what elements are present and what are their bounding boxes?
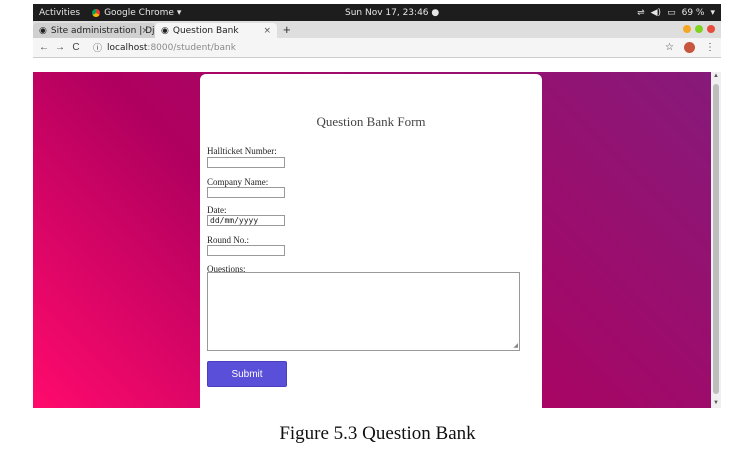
close-icon[interactable]: × — [141, 26, 149, 36]
hallticket-label: Hallticket Number: — [207, 146, 277, 156]
back-button[interactable]: ← — [39, 42, 49, 53]
chrome-icon — [92, 8, 101, 17]
figure-caption: Figure 5.3 Question Bank — [279, 423, 476, 444]
os-top-bar: Activities Google Chrome ▾ Sun Nov 17, 2… — [33, 4, 721, 21]
submit-button[interactable]: Submit — [207, 361, 287, 387]
reload-button[interactable]: C — [71, 42, 81, 53]
date-label: Date: — [207, 205, 227, 215]
activities-button[interactable]: Activities — [39, 8, 80, 18]
url-field[interactable]: ⓘ localhost :8000/student/bank — [93, 41, 236, 55]
globe-icon: ◉ — [39, 25, 47, 36]
scroll-up-icon[interactable]: ▲ — [713, 73, 719, 79]
network-icon: ⇌ — [637, 7, 645, 18]
scrollbar-thumb[interactable] — [713, 84, 719, 394]
scroll-down-icon[interactable]: ▼ — [713, 400, 719, 406]
company-label: Company Name: — [207, 177, 269, 187]
menu-icon[interactable]: ⋮ — [705, 42, 715, 53]
tab-question-bank[interactable]: ◉ Question Bank × — [155, 23, 277, 38]
form-card: Question Bank Form Hallticket Number: Co… — [200, 74, 542, 410]
chevron-down-icon: ▾ — [710, 7, 715, 18]
round-label: Round No.: — [207, 235, 250, 245]
close-icon[interactable]: × — [263, 26, 271, 36]
maximize-button[interactable] — [695, 25, 703, 33]
globe-icon: ◉ — [161, 25, 169, 36]
battery-icon: ▭ — [667, 7, 676, 18]
company-input[interactable] — [207, 187, 285, 198]
app-menu[interactable]: Google Chrome ▾ — [92, 8, 181, 18]
app-name: Google Chrome ▾ — [104, 7, 182, 18]
address-bar: ← → C ⓘ localhost :8000/student/bank ☆ ⋮ — [33, 38, 721, 58]
url-host: localhost — [107, 42, 148, 53]
new-tab-button[interactable]: + — [283, 22, 291, 37]
volume-icon: ◀) — [650, 7, 662, 18]
tab-label: Site administration | Djan — [50, 25, 155, 36]
resize-handle-icon[interactable]: ◢ — [513, 342, 518, 349]
avatar[interactable] — [684, 42, 695, 53]
info-icon[interactable]: ⓘ — [93, 41, 102, 54]
hallticket-input[interactable] — [207, 157, 285, 168]
minimize-button[interactable] — [683, 25, 691, 33]
forward-button[interactable]: → — [55, 42, 65, 53]
tab-site-administration[interactable]: ◉ Site administration | Djan × — [33, 23, 155, 38]
system-tray[interactable]: ⇌ ◀) ▭ 69 % ▾ — [637, 8, 715, 18]
tab-label: Question Bank — [172, 25, 239, 36]
round-input[interactable] — [207, 245, 285, 256]
date-input[interactable]: dd/mm/yyyy — [207, 215, 285, 226]
clock[interactable]: Sun Nov 17, 23:46 ● — [345, 8, 439, 18]
star-icon[interactable]: ☆ — [665, 42, 674, 53]
questions-textarea[interactable]: ◢ — [207, 272, 520, 351]
tab-strip: ◉ Site administration | Djan × ◉ Questio… — [33, 21, 721, 38]
url-path: :8000/student/bank — [147, 42, 236, 53]
battery-level: 69 % — [681, 7, 705, 18]
page-title: Question Bank Form — [316, 114, 426, 129]
close-window-button[interactable] — [707, 25, 715, 33]
window-controls — [683, 25, 715, 33]
